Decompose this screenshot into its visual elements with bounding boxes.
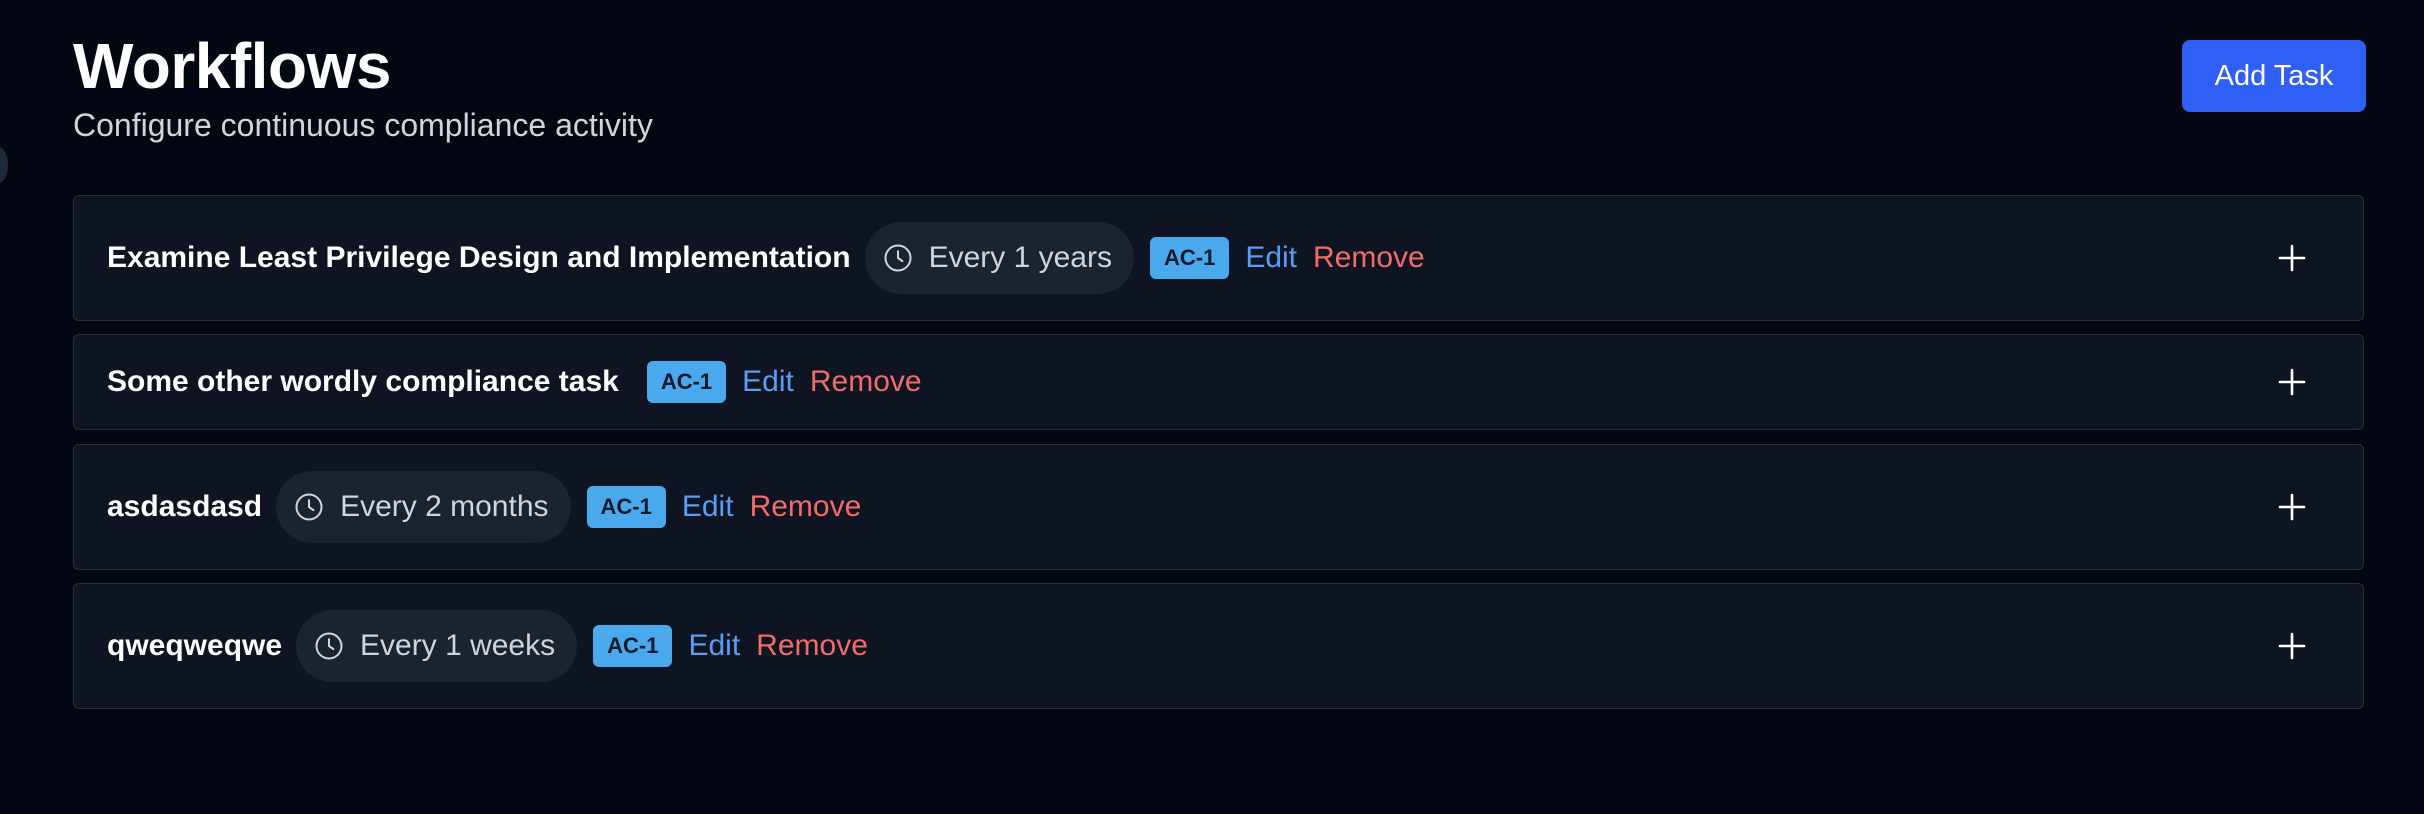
clock-icon (295, 493, 323, 521)
task-title: qweqweqwe (107, 629, 283, 662)
schedule-label: Every 2 months (340, 490, 549, 523)
clock-icon (884, 244, 912, 272)
remove-link[interactable]: Remove (1313, 241, 1425, 275)
plus-icon[interactable] (2277, 631, 2307, 661)
control-badge: AC-1 (646, 361, 727, 403)
control-badge: AC-1 (593, 625, 673, 667)
edit-link[interactable]: Edit (688, 629, 740, 663)
task-row: qweqweqwe Every 1 weeks AC-1 Edit Remove (73, 583, 2364, 709)
add-task-button[interactable]: Add Task (2182, 40, 2366, 112)
page-title: Workflows (73, 30, 391, 102)
task-row: Examine Least Privilege Design and Imple… (73, 195, 2364, 321)
sidebar-toggle-handle[interactable] (0, 146, 8, 184)
task-title: asdasdasd (107, 490, 263, 523)
task-title: Examine Least Privilege Design and Imple… (107, 241, 851, 274)
remove-link[interactable]: Remove (756, 629, 868, 663)
schedule-pill: Every 1 years (864, 222, 1134, 294)
schedule-pill: Every 1 weeks (296, 610, 578, 682)
task-row: asdasdasd Every 2 months AC-1 Edit Remov… (73, 444, 2364, 570)
schedule-pill: Every 2 months (276, 471, 571, 543)
workflows-page: Workflows Configure continuous complianc… (0, 0, 2424, 814)
edit-link[interactable]: Edit (1245, 241, 1297, 275)
plus-icon[interactable] (2277, 243, 2307, 273)
remove-link[interactable]: Remove (750, 490, 862, 524)
schedule-label: Every 1 years (928, 241, 1112, 274)
plus-icon[interactable] (2277, 367, 2307, 397)
task-title: Some other wordly compliance task (107, 365, 619, 398)
page-header: Workflows Configure continuous complianc… (73, 28, 2366, 148)
clock-icon (315, 632, 343, 660)
remove-link[interactable]: Remove (810, 365, 922, 399)
edit-link[interactable]: Edit (742, 365, 794, 399)
edit-link[interactable]: Edit (682, 490, 734, 524)
control-badge: AC-1 (586, 486, 666, 528)
plus-icon[interactable] (2277, 492, 2307, 522)
page-subtitle: Configure continuous compliance activity (73, 107, 653, 143)
control-badge: AC-1 (1149, 237, 1230, 279)
schedule-label: Every 1 weeks (360, 629, 556, 662)
task-row: Some other wordly compliance task AC-1 E… (73, 334, 2364, 430)
